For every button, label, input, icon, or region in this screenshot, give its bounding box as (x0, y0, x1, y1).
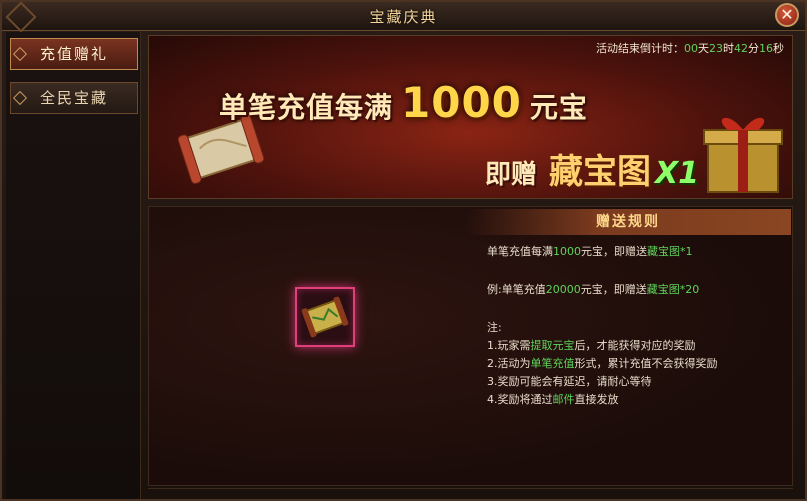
note-item: 2.活动为单笔充值形式，累计充值不会获得奖励 (487, 355, 787, 373)
countdown-hours: 23 (709, 42, 723, 55)
banner-subline: 即赠 藏宝图 X1 (485, 144, 699, 193)
note-text: 1.玩家需 (487, 339, 531, 352)
rules-panel: 赠送规则 单笔充值每满1000元宝，即赠送藏宝图*1 例:单笔充值20000元宝… (148, 206, 793, 486)
close-button[interactable]: ✕ (775, 3, 799, 27)
rules-header: 赠送规则 (465, 209, 791, 235)
rule-amount: 1000 (553, 245, 581, 258)
countdown-unit: 分 (748, 42, 759, 55)
rule-amount: 20000 (545, 283, 581, 296)
note-item: 1.玩家需提取元宝后，才能获得对应的奖励 (487, 337, 787, 355)
banner-headline: 单笔充值每满 1000 元宝 (219, 78, 588, 127)
rule-text: 单笔充值每满 (487, 245, 553, 258)
note-label: 注: (487, 321, 502, 334)
title-bar: 宝藏庆典 ✕ (2, 1, 805, 33)
rule-text: 元宝，即赠送 (581, 245, 647, 258)
note-text: 2.活动为 (487, 357, 531, 370)
note-highlight: 单笔充值 (530, 357, 575, 370)
headline-prefix: 单笔充值每满 (219, 91, 394, 124)
rule-example: 例:单笔充值20000元宝，即赠送藏宝图*20 (487, 281, 787, 299)
countdown-label: 活动结束倒计时： (596, 42, 684, 55)
close-icon: ✕ (780, 5, 794, 24)
sub-multiplier: X1 (655, 156, 700, 191)
rule-line: 单笔充值每满1000元宝，即赠送藏宝图*1 (487, 243, 787, 261)
sidebar: 充值赠礼 全民宝藏 (6, 32, 141, 499)
rule-text: 元宝，即赠送 (580, 283, 647, 296)
tab-national-treasure[interactable]: 全民宝藏 (10, 82, 138, 114)
gift-box-icon (703, 117, 783, 193)
window-title: 宝藏庆典 (369, 8, 438, 26)
countdown-unit: 天 (698, 42, 709, 55)
note-highlight: 邮件 (552, 393, 575, 406)
rule-text: 例:单笔充值 (487, 283, 546, 296)
countdown-unit: 时 (723, 42, 734, 55)
countdown-timer: 活动结束倒计时：00天23时42分16秒 (596, 40, 784, 56)
tab-recharge-gift[interactable]: 充值赠礼 (10, 38, 138, 70)
rule-reward: 藏宝图*1 (647, 245, 693, 258)
tab-label: 充值赠礼 (39, 45, 108, 63)
countdown-seconds: 16 (759, 42, 773, 55)
reward-item-slot[interactable] (295, 287, 355, 347)
note-text: 形式，累计充值不会获得奖励 (574, 357, 718, 370)
countdown-unit: 秒 (773, 42, 784, 55)
diamond-icon (12, 46, 28, 62)
tab-label: 全民宝藏 (39, 89, 108, 107)
note-text: 后，才能获得对应的奖励 (574, 339, 696, 352)
treasure-map-icon (301, 296, 349, 338)
countdown-days: 00 (684, 42, 698, 55)
sub-item: 藏宝图 (549, 152, 652, 192)
note-highlight: 提取元宝 (530, 339, 575, 352)
diamond-icon (12, 90, 28, 106)
note-text: 直接发放 (574, 393, 619, 406)
event-window: 宝藏庆典 ✕ 充值赠礼 全民宝藏 活动结束倒计时：00天23时42分16秒 单笔… (0, 0, 807, 501)
rule-reward: 藏宝图*20 (646, 283, 700, 296)
headline-suffix: 元宝 (529, 91, 588, 124)
note-item: 4.奖励将通过邮件直接发放 (487, 391, 787, 409)
headline-amount: 1000 (401, 78, 522, 127)
bottom-frame (148, 488, 793, 499)
countdown-minutes: 42 (734, 42, 748, 55)
note-item: 3.奖励可能会有延迟，请耐心等待 (487, 375, 652, 388)
event-banner: 活动结束倒计时：00天23时42分16秒 单笔充值每满 1000 元宝 即赠 藏宝图 X… (148, 35, 793, 199)
note-text: 4.奖励将通过 (487, 393, 553, 406)
rules-text: 单笔充值每满1000元宝，即赠送藏宝图*1 例:单笔充值20000元宝，即赠送藏… (487, 243, 787, 409)
sub-prefix: 即赠 (485, 160, 538, 190)
